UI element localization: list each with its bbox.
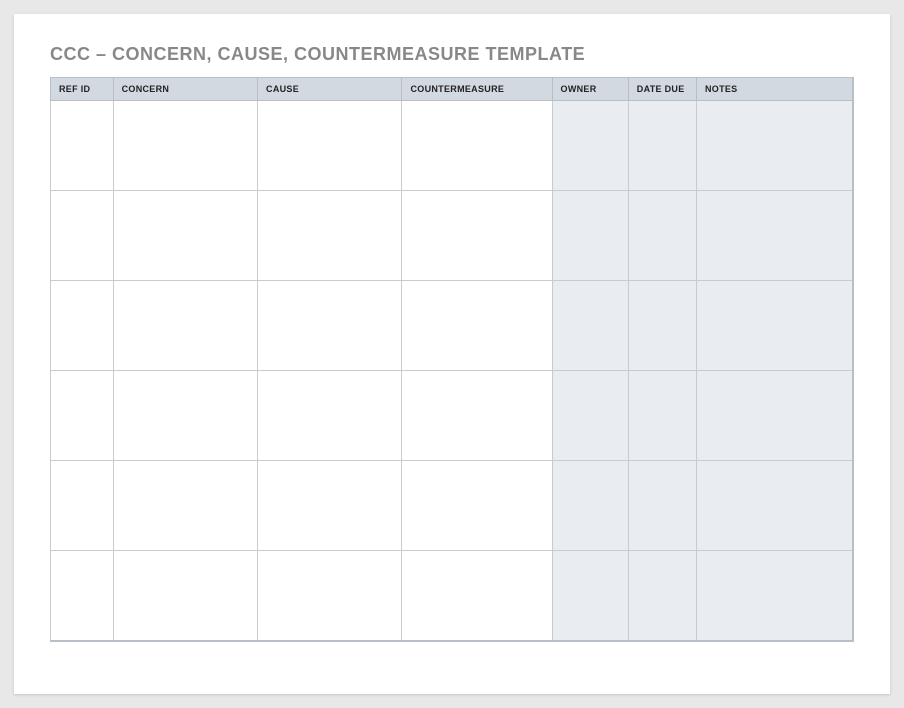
table-row — [51, 371, 854, 461]
table-row — [51, 461, 854, 551]
header-notes: NOTES — [696, 78, 853, 101]
cell-refid[interactable] — [51, 461, 114, 551]
cell-countermeasure[interactable] — [402, 551, 552, 641]
cell-refid[interactable] — [51, 191, 114, 281]
cell-cause[interactable] — [258, 371, 402, 461]
cell-cause[interactable] — [258, 551, 402, 641]
cell-countermeasure[interactable] — [402, 101, 552, 191]
header-refid: REF ID — [51, 78, 114, 101]
cell-datedue[interactable] — [628, 551, 696, 641]
cell-notes[interactable] — [696, 191, 853, 281]
cell-countermeasure[interactable] — [402, 371, 552, 461]
page-title: CCC – CONCERN, CAUSE, COUNTERMEASURE TEM… — [50, 44, 854, 65]
table-row — [51, 281, 854, 371]
cell-owner[interactable] — [552, 551, 628, 641]
ccc-table: REF ID CONCERN CAUSE COUNTERMEASURE OWNE… — [50, 77, 854, 642]
cell-countermeasure[interactable] — [402, 461, 552, 551]
cell-owner[interactable] — [552, 191, 628, 281]
cell-notes[interactable] — [696, 371, 853, 461]
cell-owner[interactable] — [552, 371, 628, 461]
cell-owner[interactable] — [552, 281, 628, 371]
table-row — [51, 551, 854, 641]
cell-datedue[interactable] — [628, 101, 696, 191]
table-row — [51, 101, 854, 191]
cell-cause[interactable] — [258, 461, 402, 551]
cell-refid[interactable] — [51, 371, 114, 461]
header-concern: CONCERN — [113, 78, 257, 101]
cell-notes[interactable] — [696, 101, 853, 191]
cell-concern[interactable] — [113, 281, 257, 371]
cell-owner[interactable] — [552, 461, 628, 551]
cell-concern[interactable] — [113, 371, 257, 461]
cell-cause[interactable] — [258, 281, 402, 371]
cell-cause[interactable] — [258, 191, 402, 281]
header-cause: CAUSE — [258, 78, 402, 101]
header-owner: OWNER — [552, 78, 628, 101]
cell-datedue[interactable] — [628, 191, 696, 281]
cell-notes[interactable] — [696, 281, 853, 371]
cell-concern[interactable] — [113, 461, 257, 551]
cell-cause[interactable] — [258, 101, 402, 191]
cell-datedue[interactable] — [628, 461, 696, 551]
header-countermeasure: COUNTERMEASURE — [402, 78, 552, 101]
table-row — [51, 191, 854, 281]
cell-owner[interactable] — [552, 101, 628, 191]
cell-concern[interactable] — [113, 101, 257, 191]
cell-refid[interactable] — [51, 281, 114, 371]
cell-concern[interactable] — [113, 551, 257, 641]
cell-countermeasure[interactable] — [402, 191, 552, 281]
table-header-row: REF ID CONCERN CAUSE COUNTERMEASURE OWNE… — [51, 78, 854, 101]
cell-notes[interactable] — [696, 551, 853, 641]
cell-datedue[interactable] — [628, 371, 696, 461]
cell-refid[interactable] — [51, 551, 114, 641]
header-datedue: DATE DUE — [628, 78, 696, 101]
cell-concern[interactable] — [113, 191, 257, 281]
cell-datedue[interactable] — [628, 281, 696, 371]
cell-refid[interactable] — [51, 101, 114, 191]
document-page: CCC – CONCERN, CAUSE, COUNTERMEASURE TEM… — [14, 14, 890, 694]
cell-notes[interactable] — [696, 461, 853, 551]
cell-countermeasure[interactable] — [402, 281, 552, 371]
